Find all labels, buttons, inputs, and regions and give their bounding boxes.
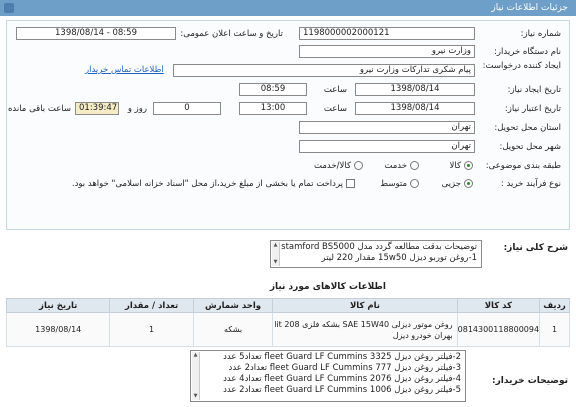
province-field: تهران — [299, 121, 475, 134]
category-label: طبقه بندی موضوعی: — [485, 161, 561, 171]
purchase-partial-radio[interactable] — [464, 179, 473, 188]
details-panel: شماره نیاز: 1198000002000121 تاریخ و ساع… — [6, 20, 570, 230]
requester-field: پیام شکری تدارکات وزارت نیرو — [173, 64, 475, 77]
col-code: کد کالا — [456, 298, 541, 313]
need-number-label: شماره نیاز: — [520, 29, 561, 39]
summary-line: 1-روغن توربو دیزل 15w50 مقدار 220 لیتر — [321, 253, 478, 263]
category-goods-label: کالا — [449, 161, 461, 171]
col-unit: واحد شمارش — [192, 298, 274, 313]
purchase-partial-label: جزیی — [441, 179, 461, 189]
cell-date: 1398/08/14 — [5, 312, 111, 347]
buyer-notes-box: ▲ ▼ 2-فیلتر روغن دیزل fleet Guard LF Cumm… — [190, 350, 466, 402]
created-time-label: ساعت — [323, 85, 347, 95]
remaining-time-field: 01:39:47 — [75, 102, 119, 115]
buyer-note-line: 2-فیلتر روغن دیزل fleet Guard LF Cummins… — [223, 352, 461, 362]
table-row: 1 0814300118800094 روغن موتور دیزلی SAE … — [5, 312, 570, 347]
remaining-label: ساعت باقی مانده — [7, 104, 71, 114]
announce-field: 1398/08/14 - 08:59 — [16, 27, 176, 40]
summary-title: شرح کلی نیاز: — [503, 243, 568, 253]
deadline-time-label: ساعت — [323, 104, 347, 114]
buyer-contact-link[interactable]: اطلاعات تماس خریدار — [85, 65, 164, 75]
purchase-medium-radio[interactable] — [410, 179, 419, 188]
buyer-note-line: 4-فیلتر روغن دیزل fleet Guard LF Cummins… — [223, 374, 461, 384]
created-date-label: تاریخ ایجاد نیاز: — [507, 85, 561, 95]
category-both-radio[interactable] — [354, 161, 363, 170]
buyer-notes-title: توضیحات خریدار: — [492, 376, 568, 386]
created-date-field: 1398/08/14 — [355, 83, 475, 96]
need-number-field: 1198000002000121 — [299, 27, 475, 40]
col-row: ردیف — [539, 298, 570, 313]
city-field: تهران — [299, 140, 475, 153]
created-time-field: 08:59 — [239, 83, 307, 96]
cell-row: 1 — [539, 312, 570, 347]
col-name: نام کالا — [272, 298, 458, 313]
days-field: 0 — [153, 102, 221, 115]
cell-name: روغن موتور دیزلی SAE 15W40 بشکه فلزی 208… — [272, 312, 458, 347]
col-qty: تعداد / مقدار — [109, 298, 194, 313]
deadline-date-field: 1398/08/14 — [355, 102, 475, 115]
cell-code: 0814300118800094 — [456, 312, 541, 347]
col-date: تاریخ نیاز — [5, 298, 111, 313]
payment-note: پرداخت تمام یا بخشی از مبلغ خرید،از محل … — [71, 179, 343, 189]
items-table: ردیف کد کالا نام کالا واحد شمارش تعداد /… — [5, 298, 570, 347]
category-service-label: خدمت — [384, 161, 407, 171]
buyer-note-line: 5-فیلتر روغن دیزل fleet Guard LF Cummins… — [223, 385, 461, 395]
deadline-label: تاریخ اعتبار نیاز: — [504, 104, 561, 114]
province-label: استان محل تحویل: — [494, 123, 561, 133]
summary-box: ▲ ▼ توضیحات بدقت مطالعه گردد مدل stamford… — [270, 240, 482, 268]
summary-scrollbar[interactable]: ▲ ▼ — [272, 242, 280, 266]
requester-label: ایجاد کننده درخواست: — [482, 61, 561, 71]
purchase-type-label: نوع فرآیند خرید : — [500, 179, 561, 189]
buyer-note-line: 3-فیلتر روغن دیزل fleet Guard LF Cummins… — [228, 363, 461, 373]
items-title: اطلاعات کالاهای مورد نیاز — [269, 282, 386, 292]
summary-line: توضیحات بدقت مطالعه گردد مدل stamford BS… — [281, 242, 477, 252]
deadline-time-field: 13:00 — [239, 102, 307, 115]
category-goods-radio[interactable] — [464, 161, 473, 170]
category-service-radio[interactable] — [410, 161, 419, 170]
buyer-org-field: وزارت نیرو — [299, 45, 475, 58]
buyer-org-label: نام دستگاه خریدار: — [494, 47, 561, 57]
cell-qty: 1 — [109, 312, 194, 347]
page-title: جزئیات اطلاعات نیاز — [491, 3, 568, 13]
announce-label: تاریخ و ساعت اعلان عمومی: — [180, 29, 283, 39]
buyer-notes-scrollbar[interactable]: ▲ ▼ — [192, 352, 200, 400]
treasury-checkbox[interactable] — [346, 179, 355, 188]
purchase-medium-label: متوسط — [380, 179, 407, 189]
page-header: جزئیات اطلاعات نیاز — [0, 0, 576, 16]
city-label: شهر محل تحویل: — [499, 142, 561, 152]
cell-unit: بشکه — [192, 312, 274, 347]
category-both-label: کالا/خدمت — [314, 161, 351, 171]
items-table-header: ردیف کد کالا نام کالا واحد شمارش تعداد /… — [5, 298, 570, 313]
days-label: روز و — [127, 104, 147, 114]
